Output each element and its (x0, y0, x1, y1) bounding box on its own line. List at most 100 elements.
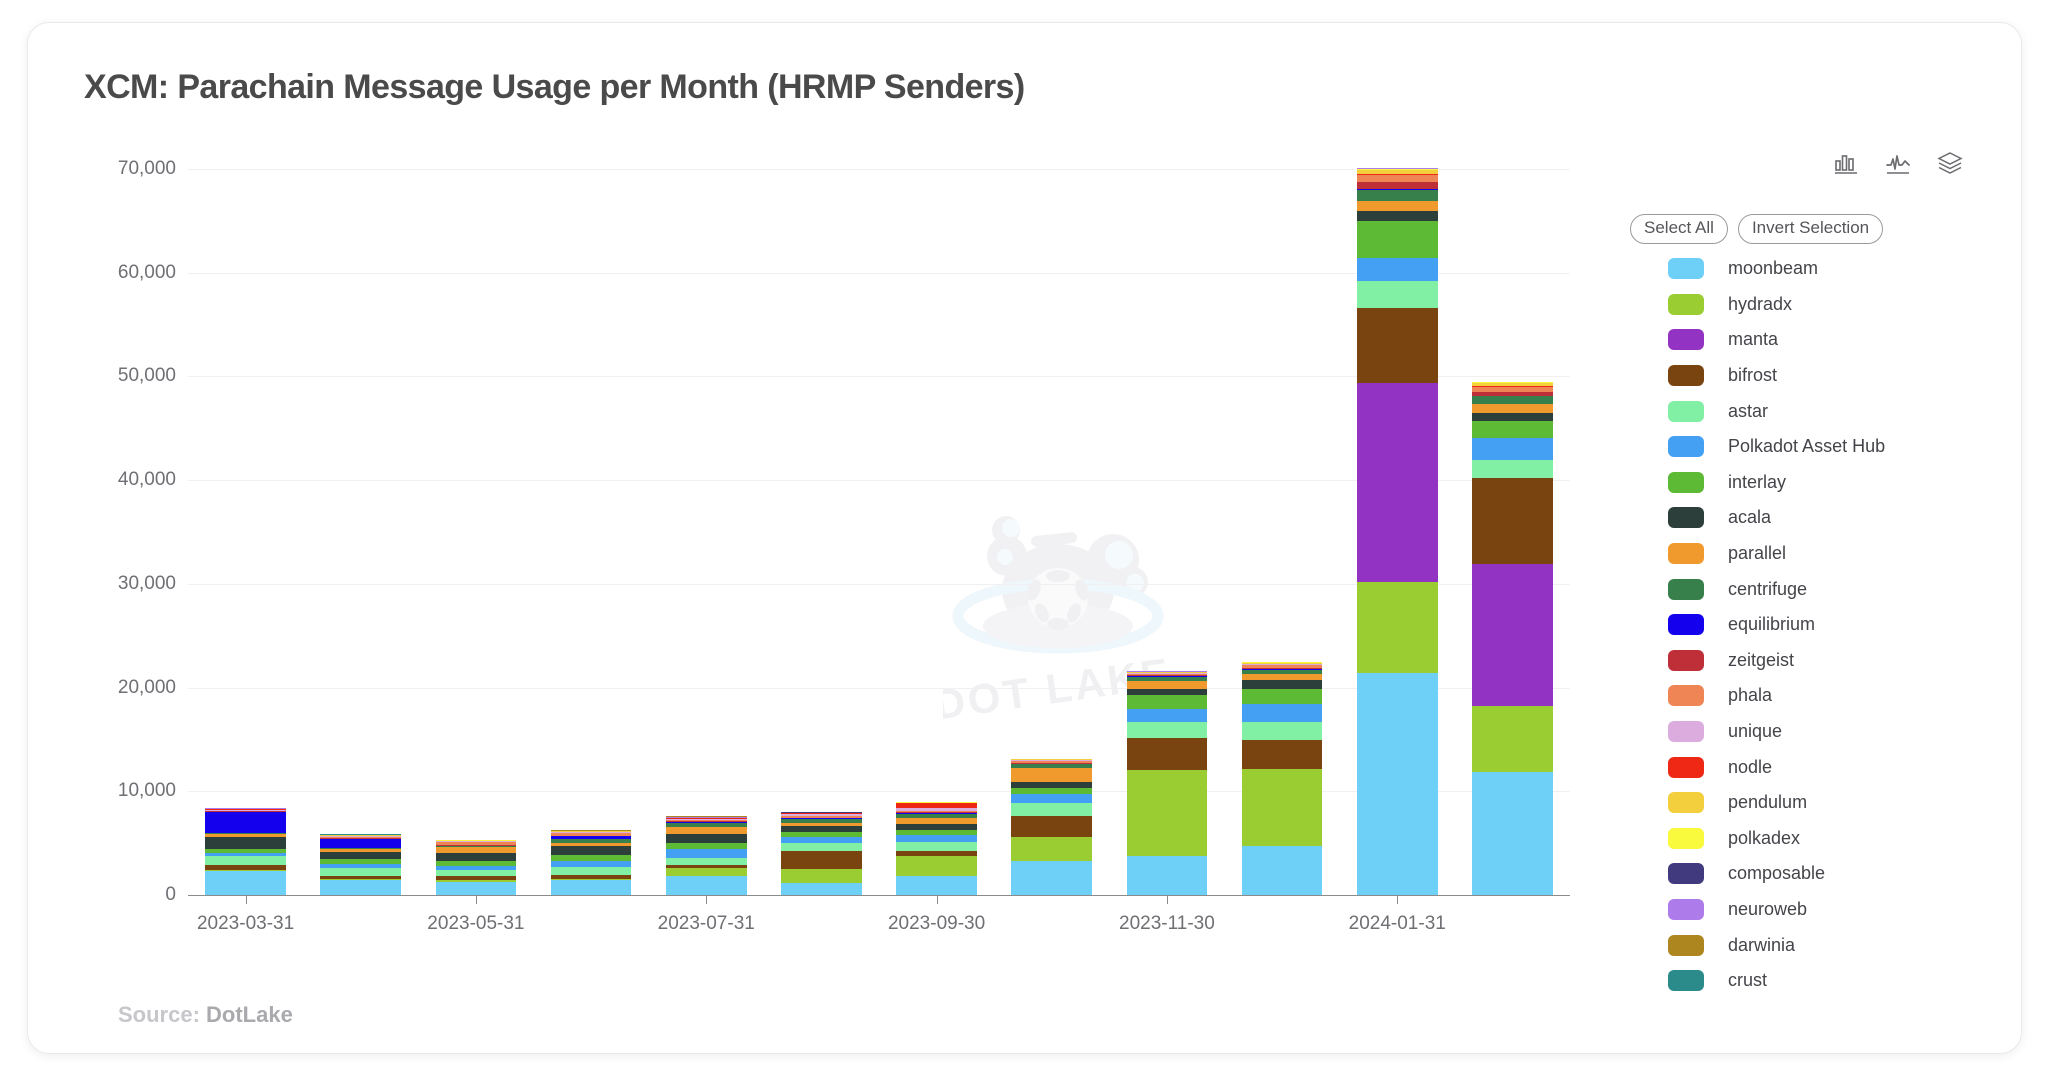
bar-segment[interactable] (320, 868, 402, 876)
bar-stack[interactable] (781, 811, 862, 895)
bar-stack[interactable] (550, 830, 632, 895)
bar-segment[interactable] (896, 855, 977, 876)
bar-segment[interactable] (1241, 722, 1323, 740)
bar-stack[interactable] (1011, 758, 1093, 895)
bar-segment[interactable] (1472, 772, 1553, 895)
bar-segment[interactable] (1356, 221, 1438, 258)
bar-segment[interactable] (320, 880, 402, 895)
bar-segment[interactable] (550, 845, 632, 856)
bar-segment[interactable] (550, 880, 632, 895)
bar-segment[interactable] (1472, 477, 1553, 564)
bar-segment[interactable] (1011, 860, 1093, 895)
legend-item-unique[interactable]: unique (1630, 714, 1885, 750)
bar-segment[interactable] (320, 838, 402, 848)
legend-item-astar[interactable]: astar (1630, 393, 1885, 429)
bar-stack[interactable] (896, 801, 977, 895)
legend-item-crust[interactable]: crust (1630, 963, 1885, 999)
bar-segment[interactable] (1126, 681, 1208, 689)
bar-stack[interactable] (320, 834, 402, 895)
bar-segment[interactable] (1356, 280, 1438, 308)
legend-item-neuroweb[interactable]: neuroweb (1630, 892, 1885, 928)
bar-segment[interactable] (1356, 308, 1438, 383)
bar-segment[interactable] (1472, 420, 1553, 438)
legend-item-centrifuge[interactable]: centrifuge (1630, 571, 1885, 607)
line-chart-icon[interactable] (1885, 150, 1911, 176)
legend-item-hydradx[interactable]: hydradx (1630, 287, 1885, 323)
bar-segment[interactable] (1356, 181, 1438, 189)
bar-segment[interactable] (665, 868, 747, 877)
bar-segment[interactable] (665, 849, 747, 858)
bar-segment[interactable] (665, 857, 747, 866)
legend-item-phala[interactable]: phala (1630, 678, 1885, 714)
bar-segment[interactable] (781, 883, 862, 895)
bar-segment[interactable] (1472, 437, 1553, 461)
legend-item-nodle[interactable]: nodle (1630, 749, 1885, 785)
bar-segment[interactable] (1241, 680, 1323, 690)
bar-segment[interactable] (1472, 396, 1553, 405)
bar-stack[interactable] (1241, 661, 1323, 895)
bar-stack[interactable] (1472, 381, 1553, 895)
bar-segment[interactable] (1126, 695, 1208, 709)
legend-item-pendulum[interactable]: pendulum (1630, 785, 1885, 821)
select-all-button[interactable]: Select All (1630, 214, 1728, 244)
bar-segment[interactable] (1356, 257, 1438, 281)
bar-stack[interactable] (205, 808, 286, 895)
legend-item-manta[interactable]: manta (1630, 322, 1885, 358)
bar-segment[interactable] (1241, 769, 1323, 846)
legend-item-darwinia[interactable]: darwinia (1630, 927, 1885, 963)
bar-stack[interactable] (1356, 167, 1438, 895)
bar-segment[interactable] (205, 856, 286, 866)
bar-stack[interactable] (1126, 671, 1208, 895)
bar-segment[interactable] (1126, 769, 1208, 856)
bar-segment[interactable] (435, 881, 517, 895)
legend-item-bifrost[interactable]: bifrost (1630, 358, 1885, 394)
bar-segment[interactable] (896, 834, 977, 843)
bar-segment[interactable] (1011, 815, 1093, 838)
bar-segment[interactable] (1011, 803, 1093, 816)
invert-selection-button[interactable]: Invert Selection (1737, 214, 1884, 244)
bar-segment[interactable] (1472, 404, 1553, 413)
bar-segment[interactable] (1241, 739, 1323, 770)
bar-segment[interactable] (781, 868, 862, 884)
bar-segment[interactable] (1356, 210, 1438, 222)
bar-segment[interactable] (1126, 855, 1208, 895)
bar-segment[interactable] (1241, 845, 1323, 895)
bar-segment[interactable] (1126, 688, 1208, 696)
bar-segment[interactable] (896, 875, 977, 895)
bar-segment[interactable] (1356, 382, 1438, 582)
bar-segment[interactable] (896, 842, 977, 852)
bar-chart-icon[interactable] (1833, 150, 1859, 176)
bar-segment[interactable] (1356, 673, 1438, 895)
legend-item-acala[interactable]: acala (1630, 500, 1885, 536)
bar-segment[interactable] (550, 866, 632, 876)
bar-segment[interactable] (1011, 767, 1093, 782)
bar-segment[interactable] (1126, 722, 1208, 739)
legend-item-polkadot-asset-hub[interactable]: Polkadot Asset Hub (1630, 429, 1885, 465)
bar-segment[interactable] (781, 850, 862, 869)
bar-segment[interactable] (1356, 190, 1438, 202)
bar-segment[interactable] (1241, 704, 1323, 723)
bar-segment[interactable] (205, 837, 286, 849)
bar-segment[interactable] (1356, 581, 1438, 674)
bar-segment[interactable] (320, 851, 402, 860)
bar-segment[interactable] (665, 876, 747, 895)
bar-segment[interactable] (1126, 738, 1208, 770)
layers-icon[interactable] (1937, 150, 1963, 176)
bar-segment[interactable] (205, 812, 286, 833)
legend-item-moonbeam[interactable]: moonbeam (1630, 251, 1885, 287)
legend-item-zeitgeist[interactable]: zeitgeist (1630, 643, 1885, 679)
legend-item-composable[interactable]: composable (1630, 856, 1885, 892)
bar-segment[interactable] (1472, 460, 1553, 478)
bar-stack[interactable] (435, 839, 517, 895)
bar-segment[interactable] (205, 871, 286, 895)
bar-segment[interactable] (1472, 705, 1553, 773)
bar-segment[interactable] (1126, 708, 1208, 723)
bar-stack[interactable] (665, 816, 747, 895)
legend-item-interlay[interactable]: interlay (1630, 465, 1885, 501)
bar-segment[interactable] (781, 843, 862, 851)
legend-item-parallel[interactable]: parallel (1630, 536, 1885, 572)
bar-segment[interactable] (435, 853, 517, 862)
bar-segment[interactable] (1011, 794, 1093, 804)
bar-segment[interactable] (1472, 563, 1553, 706)
bar-segment[interactable] (665, 827, 747, 834)
